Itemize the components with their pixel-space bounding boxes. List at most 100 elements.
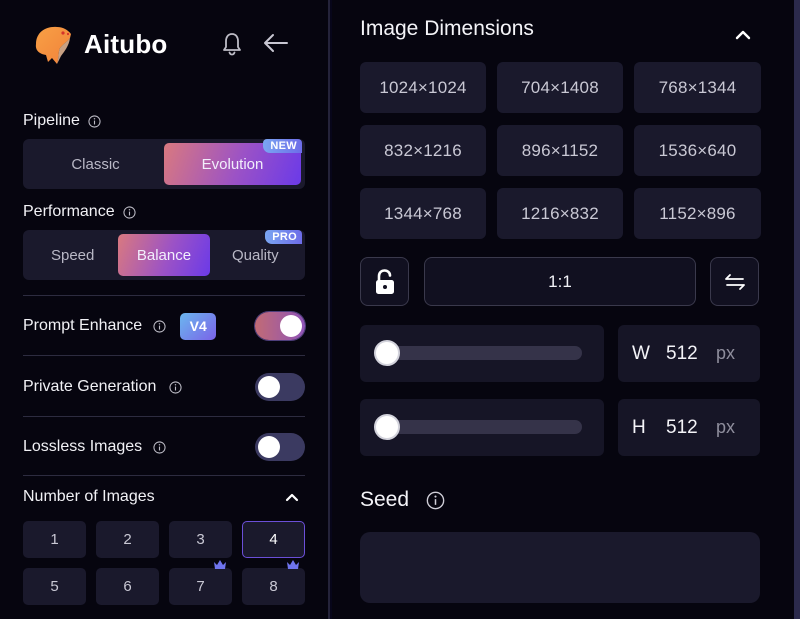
pipeline-label: Pipeline bbox=[23, 112, 101, 130]
divider bbox=[23, 475, 305, 476]
dimension-preset[interactable]: 704×1408 bbox=[497, 62, 623, 113]
aspect-ratio-display[interactable]: 1:1 bbox=[424, 257, 696, 306]
pipeline-selector: Classic Evolution NEW bbox=[23, 139, 305, 189]
dimension-preset[interactable]: 1024×1024 bbox=[360, 62, 486, 113]
unlock-icon bbox=[375, 268, 394, 294]
option-label: Quality bbox=[231, 246, 279, 264]
chevron-up-icon[interactable] bbox=[285, 492, 299, 502]
scrollbar[interactable] bbox=[794, 0, 800, 619]
dimension-preset[interactable]: 1216×832 bbox=[497, 188, 623, 239]
private-generation-toggle[interactable] bbox=[255, 373, 305, 401]
prompt-enhance-toggle[interactable] bbox=[255, 312, 305, 340]
dimension-preset[interactable]: 1344×768 bbox=[360, 188, 486, 239]
option-label: Classic bbox=[71, 155, 120, 173]
chevron-up-icon[interactable] bbox=[735, 28, 751, 40]
option-label: 4 bbox=[269, 531, 278, 548]
dimension-presets: 1024×1024 704×1408 768×1344 832×1216 896… bbox=[360, 62, 761, 239]
seed-input[interactable] bbox=[360, 532, 760, 603]
pipeline-label-text: Pipeline bbox=[23, 112, 80, 129]
toggle-knob bbox=[258, 436, 280, 458]
crown-icon bbox=[287, 560, 299, 569]
divider bbox=[23, 355, 305, 356]
number-of-images-header[interactable]: Number of Images bbox=[23, 488, 305, 506]
info-icon[interactable] bbox=[123, 205, 136, 219]
dimension-preset[interactable]: 896×1152 bbox=[497, 125, 623, 176]
option-label: 5 bbox=[50, 578, 59, 595]
dimension-preset[interactable]: 768×1344 bbox=[634, 62, 761, 113]
width-value[interactable]: 512 bbox=[666, 343, 716, 365]
bell-icon[interactable] bbox=[221, 32, 243, 56]
image-count-option[interactable]: 2 bbox=[96, 521, 159, 558]
height-input[interactable]: H 512 px bbox=[618, 399, 760, 456]
image-count-option-selected[interactable]: 4 bbox=[242, 521, 305, 558]
performance-label: Performance bbox=[23, 203, 136, 221]
height-value[interactable]: 512 bbox=[666, 417, 716, 439]
pipeline-option-evolution[interactable]: Evolution NEW bbox=[164, 139, 302, 185]
width-unit: px bbox=[716, 343, 736, 363]
performance-option-quality[interactable]: Quality PRO bbox=[210, 230, 302, 276]
height-slider-container bbox=[360, 399, 604, 456]
dimension-preset[interactable]: 1152×896 bbox=[634, 188, 761, 239]
info-icon[interactable] bbox=[169, 380, 182, 394]
pipeline-option-classic[interactable]: Classic bbox=[27, 143, 164, 185]
brand-logo[interactable]: Aitubo bbox=[30, 22, 168, 66]
brand-name: Aitubo bbox=[84, 28, 168, 59]
crown-icon bbox=[214, 560, 226, 569]
dimension-preset[interactable]: 832×1216 bbox=[360, 125, 486, 176]
height-slider-track[interactable] bbox=[374, 414, 582, 440]
width-input[interactable]: W 512 px bbox=[618, 325, 760, 382]
toggle-knob bbox=[258, 376, 280, 398]
width-slider-handle[interactable] bbox=[374, 340, 400, 366]
option-label: Evolution bbox=[201, 155, 264, 173]
height-unit: px bbox=[716, 417, 736, 437]
image-count-option[interactable]: 1 bbox=[23, 521, 86, 558]
image-count-option[interactable]: 5 bbox=[23, 568, 86, 605]
option-label: Speed bbox=[50, 246, 95, 264]
swap-dimensions-button[interactable] bbox=[710, 257, 759, 306]
info-icon[interactable] bbox=[153, 319, 166, 333]
arrow-left-icon[interactable] bbox=[262, 32, 290, 54]
private-generation-label: Private Generation bbox=[23, 378, 157, 395]
image-count-option[interactable]: 3 bbox=[169, 521, 232, 558]
option-label: 3 bbox=[196, 531, 205, 548]
performance-selector: Speed Balance Quality PRO bbox=[23, 230, 305, 280]
sidebar: Aitubo Pipeline Classic Evolution NEW Pe… bbox=[0, 0, 330, 619]
option-label: Balance bbox=[136, 246, 192, 264]
option-label: 2 bbox=[123, 531, 132, 548]
performance-option-balance[interactable]: Balance bbox=[118, 234, 210, 276]
section-title-text: Image Dimensions bbox=[360, 17, 534, 40]
lossless-images-label: Lossless Images bbox=[23, 438, 143, 455]
toggle-knob bbox=[280, 315, 302, 337]
version-badge: V4 bbox=[180, 312, 217, 340]
new-badge: NEW bbox=[263, 139, 302, 153]
settings-panel: Image Dimensions 1024×1024 704×1408 768×… bbox=[332, 0, 794, 619]
divider bbox=[23, 295, 305, 296]
option-label: 6 bbox=[123, 578, 132, 595]
performance-option-speed[interactable]: Speed bbox=[27, 234, 118, 276]
swap-arrows-icon bbox=[724, 273, 745, 290]
info-icon[interactable] bbox=[153, 440, 166, 454]
number-of-images-grid: 1 2 3 4 5 6 7 8 bbox=[23, 521, 305, 605]
dimension-preset[interactable]: 1536×640 bbox=[634, 125, 761, 176]
section-title-text: Seed bbox=[360, 488, 410, 511]
option-label: 1 bbox=[50, 531, 59, 548]
image-count-option[interactable]: 6 bbox=[96, 568, 159, 605]
info-icon[interactable] bbox=[426, 491, 445, 510]
info-icon[interactable] bbox=[88, 114, 101, 128]
option-label: 7 bbox=[196, 578, 205, 595]
aspect-lock-button[interactable] bbox=[360, 257, 409, 306]
height-axis-label: H bbox=[632, 416, 646, 438]
width-slider-container bbox=[360, 325, 604, 382]
aspect-ratio-row: 1:1 bbox=[360, 257, 760, 307]
height-slider-handle[interactable] bbox=[374, 414, 400, 440]
image-count-option-premium[interactable]: 8 bbox=[242, 560, 305, 605]
image-dimensions-title: Image Dimensions bbox=[360, 17, 534, 41]
divider bbox=[23, 416, 305, 417]
private-generation-row: Private Generation bbox=[23, 373, 305, 401]
prompt-enhance-row: Prompt Enhance V4 bbox=[23, 312, 305, 340]
seed-title: Seed bbox=[360, 488, 445, 512]
width-axis-label: W bbox=[632, 342, 650, 364]
width-slider-track[interactable] bbox=[374, 340, 582, 366]
image-count-option-premium[interactable]: 7 bbox=[169, 560, 232, 605]
lossless-images-toggle[interactable] bbox=[255, 433, 305, 461]
